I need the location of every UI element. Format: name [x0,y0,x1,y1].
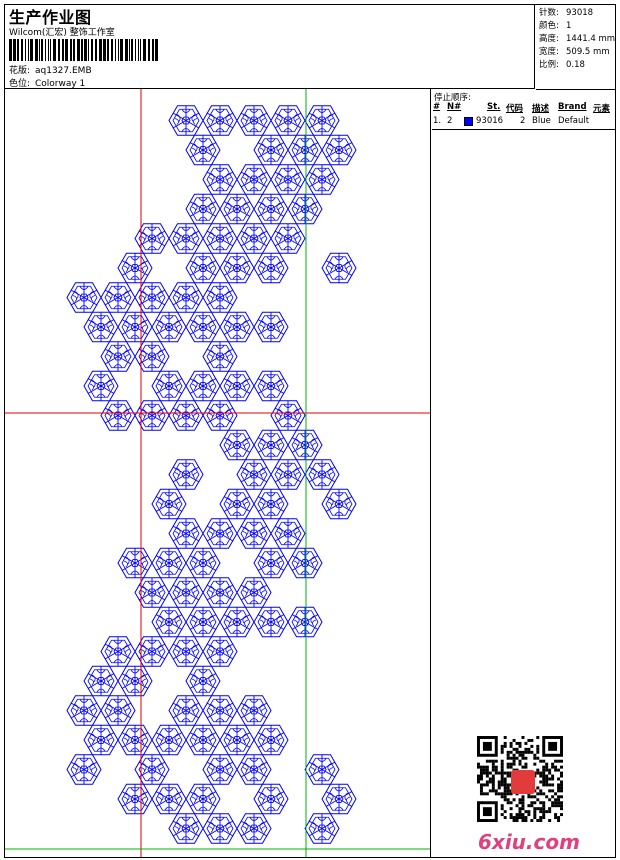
col-head-stitches: St. [487,102,501,112]
height-value: 1441.4 mm [566,34,616,44]
row-needle: 2 [447,116,453,126]
color-swatch [464,117,473,126]
width-row: 宽度: 509.5 mm [539,45,610,57]
width-value: 509.5 mm [566,47,610,57]
barcode [9,39,158,61]
colorway-label: 色位: [9,79,31,89]
width-label: 宽度: [539,47,559,57]
height-label: 高度: [539,34,559,44]
embroidery-canvas [5,89,430,857]
col-head-needle: N# [447,102,462,112]
design-file-label: 花版: [9,66,31,76]
scale-label: 比例: [539,60,559,70]
embroidery-preview [5,89,431,857]
stitches-value: 93018 [566,8,594,18]
row-brand: Default [558,116,590,126]
colorway-row: 色位: Colorway 1 [9,76,85,89]
col-head-element: 元素 [593,104,611,114]
col-head-index: # [433,102,441,112]
red-seal-logo [511,770,535,794]
colors-label: 颜色: [539,21,559,31]
row-description: Blue [532,116,551,126]
production-sheet: 生产作业图 Wilcom(汇宏) 整饰工作室 花版: aq1327.EMB 色位:… [4,4,616,858]
col-head-brand: Brand [558,102,587,112]
scale-value: 0.18 [566,60,585,70]
design-file-value: aq1327.EMB [35,66,92,76]
design-file-row: 花版: aq1327.EMB [9,63,92,76]
row-stitches: 93016 [476,116,504,126]
sheet-header: 生产作业图 Wilcom(汇宏) 整饰工作室 花版: aq1327.EMB 色位:… [5,5,535,89]
col-head-description: 描述 [532,104,550,114]
col-head-code: 代码 [506,104,524,114]
stats-panel: 针数: 93018 颜色: 1 高度: 1441.4 mm 宽度: 509.5 mm 比… [536,5,615,90]
colorway-value: Colorway 1 [35,79,86,89]
company-name: Wilcom(汇宏) 整饰工作室 [9,28,115,38]
table-divider [432,129,615,130]
colors-value: 1 [566,21,572,31]
row-index: 1. [433,116,442,126]
scale-row: 比例: 0.18 [539,58,585,70]
stitches-row: 针数: 93018 [539,6,593,18]
height-row: 高度: 1441.4 mm [539,32,615,44]
colors-row: 颜色: 1 [539,19,571,31]
watermark-text: 6xiu.com [478,830,580,854]
row-code: 2 [520,116,526,126]
stitches-label: 针数: [539,8,559,18]
